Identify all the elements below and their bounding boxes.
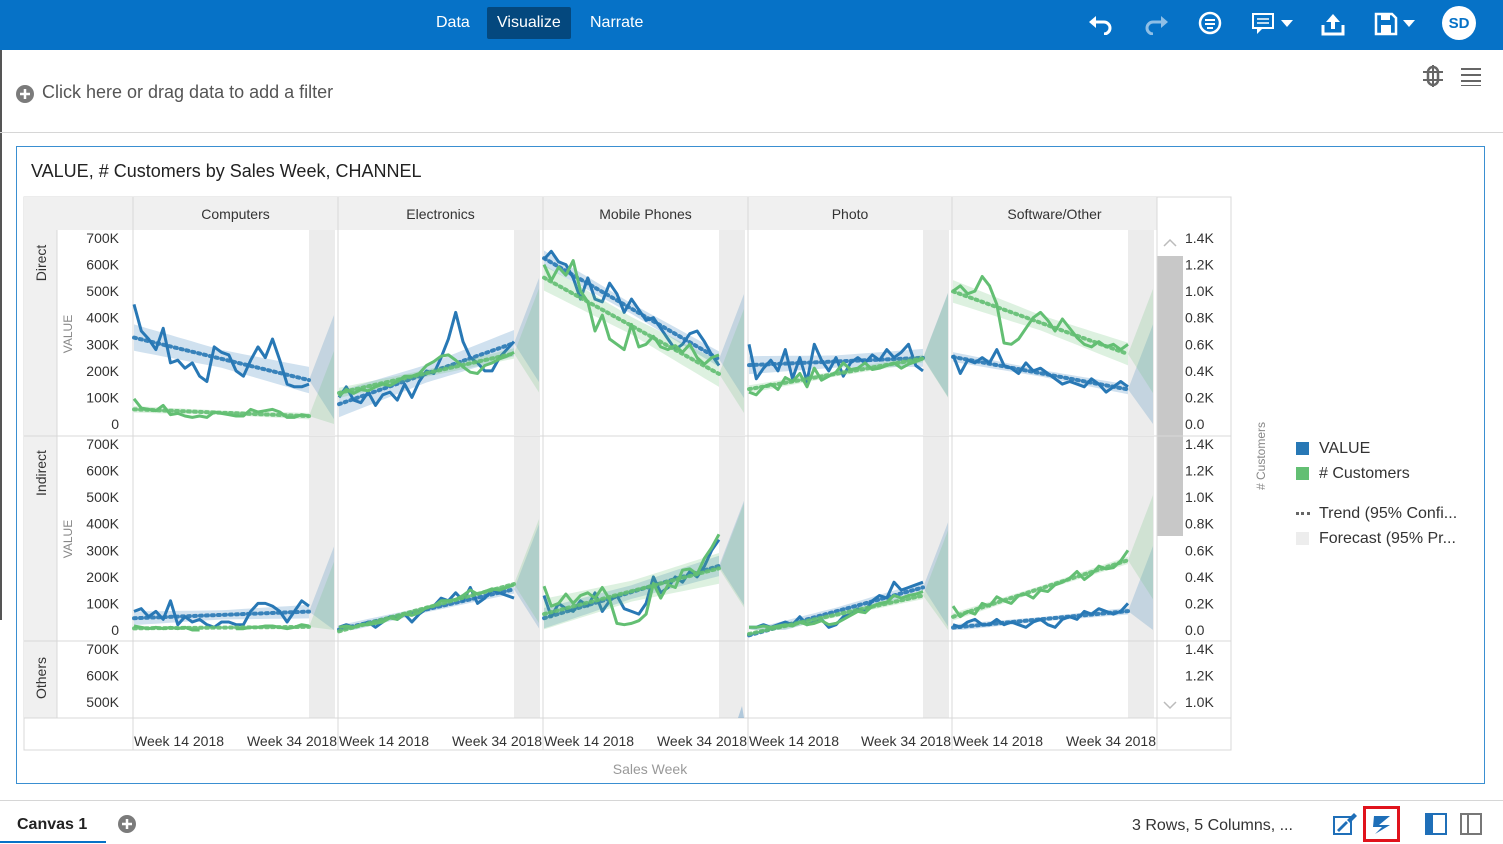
legend-swatch-value bbox=[1296, 442, 1309, 455]
legend-dots-icon bbox=[1296, 512, 1310, 515]
highlight-box bbox=[1363, 806, 1400, 842]
undo-icon[interactable] bbox=[1084, 8, 1118, 40]
tab-data[interactable]: Data bbox=[426, 7, 480, 39]
canvas-tab[interactable]: Canvas 1 bbox=[0, 801, 106, 843]
user-avatar[interactable]: SD bbox=[1442, 6, 1476, 40]
legend-swatch-forecast bbox=[1296, 532, 1309, 545]
left-edge-divider bbox=[0, 50, 2, 620]
right-panel-icon[interactable] bbox=[1458, 811, 1484, 837]
save-icon[interactable] bbox=[1372, 8, 1418, 40]
legend-item-value[interactable]: VALUE bbox=[1296, 436, 1457, 461]
canvas-status: 3 Rows, 5 Columns, ... bbox=[1132, 817, 1293, 834]
legend-label-value: VALUE bbox=[1319, 439, 1371, 457]
brushing-icon[interactable] bbox=[1332, 811, 1358, 837]
explain-icon[interactable] bbox=[1422, 64, 1444, 93]
canvas-tab-label: Canvas 1 bbox=[17, 816, 88, 833]
visualization-panel[interactable]: VALUE, # Customers by Sales Week, CHANNE… bbox=[16, 146, 1485, 784]
hints-icon[interactable] bbox=[1193, 8, 1227, 40]
legend-label-customers: # Customers bbox=[1319, 464, 1410, 482]
legend-item-forecast[interactable]: Forecast (95% Pr... bbox=[1296, 526, 1457, 551]
legend-label-forecast: Forecast (95% Pr... bbox=[1319, 529, 1456, 547]
redo-icon[interactable] bbox=[1139, 8, 1173, 40]
legend-item-trend[interactable]: Trend (95% Confi... bbox=[1296, 501, 1457, 526]
export-icon[interactable] bbox=[1316, 8, 1350, 40]
legend-label-trend: Trend (95% Confi... bbox=[1319, 504, 1458, 522]
filter-placeholder[interactable]: Click here or drag data to add a filter bbox=[42, 82, 333, 103]
chart-legend: VALUE # Customers Trend (95% Confi... Fo… bbox=[1296, 436, 1457, 551]
tab-narrate[interactable]: Narrate bbox=[580, 7, 653, 39]
viz-title: VALUE, # Customers by Sales Week, CHANNE… bbox=[31, 161, 422, 181]
left-panel-icon[interactable] bbox=[1423, 811, 1449, 837]
comment-icon[interactable] bbox=[1250, 8, 1296, 40]
add-canvas-icon[interactable] bbox=[117, 814, 137, 839]
legend-item-customers[interactable]: # Customers bbox=[1296, 461, 1457, 486]
tab-visualize[interactable]: Visualize bbox=[487, 7, 571, 39]
top-toolbar: Data Visualize Narrate SD bbox=[0, 0, 1503, 50]
menu-icon[interactable] bbox=[1460, 66, 1482, 91]
add-filter-icon[interactable] bbox=[15, 84, 35, 109]
legend-swatch-customers bbox=[1296, 467, 1309, 480]
filter-bar: Click here or drag data to add a filter bbox=[0, 50, 1503, 133]
bottom-bar: Canvas 1 3 Rows, 5 Columns, ... bbox=[0, 800, 1503, 844]
